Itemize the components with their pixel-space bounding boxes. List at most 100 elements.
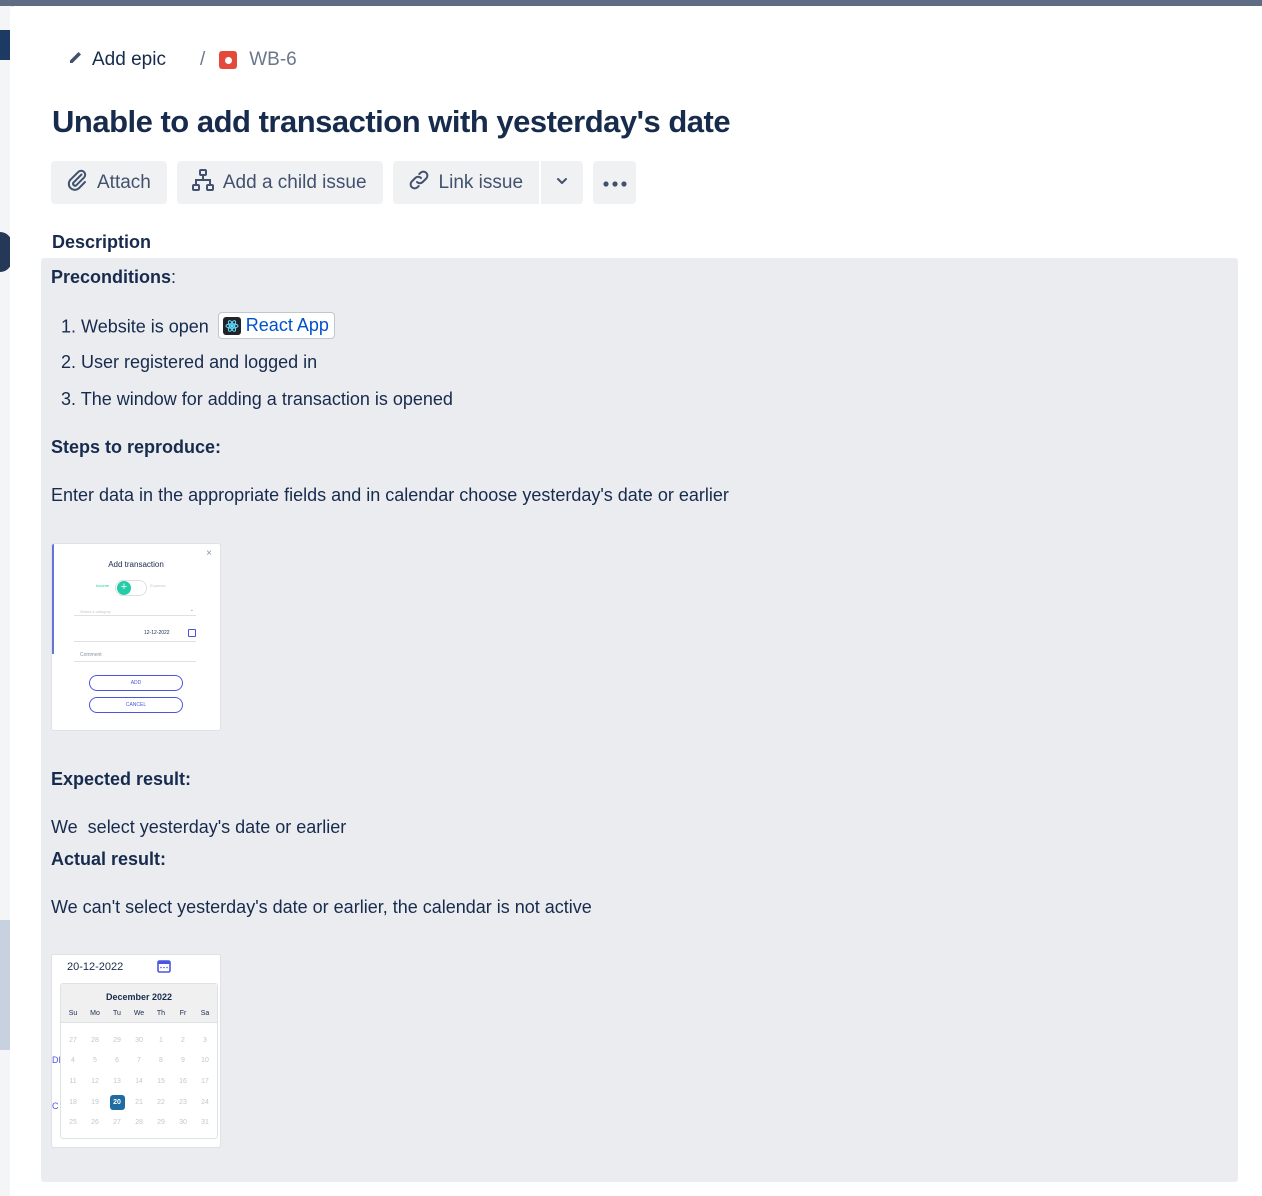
datepicker-day: 27 (113, 1119, 121, 1127)
weekday-label: Tu (113, 1010, 121, 1017)
datepicker-day: 30 (135, 1036, 143, 1044)
screenshot-dialog-title: Add transaction (108, 560, 164, 569)
datepicker-day: 26 (91, 1119, 99, 1127)
datepicker-day: 10 (201, 1057, 209, 1065)
link-issue-button[interactable]: Link issue (392, 161, 540, 204)
datepicker-day: 16 (179, 1077, 187, 1085)
add-transaction-screenshot[interactable]: × Add transaction Income + Expense Selec… (51, 543, 221, 731)
datepicker-day: 2 (181, 1036, 185, 1044)
datepicker-day: 11 (69, 1077, 77, 1085)
list-item: 3. The window for adding a transaction i… (61, 389, 453, 410)
smart-link-label: React App (245, 315, 329, 335)
list-item: 1. Website is open React App (61, 312, 335, 341)
datepicker-day: 28 (91, 1036, 99, 1044)
plus-icon: + (117, 581, 131, 595)
weekday-label: We (133, 1010, 145, 1017)
calendar-icon (188, 629, 196, 637)
add-epic-label: Add epic (92, 49, 166, 70)
datepicker-week-row: 25 26 27 28 29 30 31 (62, 1112, 216, 1133)
close-icon: × (206, 548, 212, 559)
calendar-icon (157, 959, 171, 978)
datepicker-weekdays: Su Mo Tu We Th Fr Sa (62, 1010, 216, 1017)
weekday-label: Sa (200, 1010, 210, 1017)
datepicker-day: 15 (157, 1077, 165, 1085)
datepicker-day: 21 (135, 1098, 143, 1106)
screenshot-cancel-button: CANCEL (89, 697, 183, 713)
description-label: Description (52, 232, 152, 252)
description-editor[interactable]: Preconditions: 1. Website is open React … (41, 258, 1238, 1182)
datepicker-day: 13 (113, 1077, 121, 1085)
expected-heading: Expected result: (51, 769, 192, 789)
list-item-text: User registered and logged in (81, 352, 318, 372)
datepicker-popup: December 2022 Su Mo Tu We Th Fr Sa 27 28 2… (60, 983, 218, 1139)
datepicker-month-label: December 2022 (105, 992, 173, 1002)
attach-button[interactable]: Attach (51, 161, 167, 204)
toggle-right-label: Expense (150, 583, 166, 588)
steps-heading: Steps to reproduce: (51, 437, 222, 457)
category-placeholder: Select a category (80, 609, 111, 614)
category-field: Select a category ⌄ (74, 607, 196, 616)
background-fragment-cancel: C (52, 1101, 59, 1111)
chevron-down-icon (555, 172, 569, 194)
datepicker-day: 5 (93, 1057, 97, 1065)
bug-icon (219, 51, 238, 69)
weekday-label: Mo (90, 1010, 100, 1017)
more-actions-button[interactable] (593, 161, 637, 204)
steps-text: Enter data in the appropriate fields and… (51, 485, 729, 505)
issue-key-link[interactable]: WB-6 (249, 49, 297, 71)
pencil-icon (68, 49, 84, 71)
list-item-number: 1. (61, 316, 77, 337)
issue-title[interactable]: Unable to add transaction with yesterday… (52, 104, 731, 140)
datepicker-day: 14 (135, 1077, 143, 1085)
datepicker-day: 7 (137, 1057, 141, 1065)
preconditions-heading-line: Preconditions: (51, 267, 176, 288)
expected-text: We select yesterday's date or earlier (51, 817, 347, 837)
actual-text: We can't select yesterday's date or earl… (51, 897, 592, 917)
list-item-text: The window for adding a transaction is o… (80, 389, 453, 409)
link-icon (407, 168, 431, 198)
datepicker-day: 19 (91, 1098, 99, 1106)
datepicker-day: 18 (69, 1098, 77, 1106)
datepicker-day: 4 (71, 1057, 75, 1065)
datepicker-day: 31 (201, 1119, 209, 1127)
screenshot-add-button: ADD (89, 675, 183, 691)
preconditions-heading: Preconditions (51, 267, 172, 287)
paperclip-icon (65, 168, 89, 198)
datepicker-day: 29 (113, 1036, 121, 1044)
react-app-smart-link[interactable]: React App (217, 312, 335, 339)
calendar-screenshot[interactable]: 20-12-2022 DD C December 2022 Su Mo Tu W… (51, 954, 221, 1148)
link-issue-dropdown-button[interactable] (541, 161, 584, 204)
datepicker-day: 29 (157, 1119, 165, 1127)
link-issue-label: Link issue (438, 171, 524, 193)
add-epic-button[interactable]: Add epic (68, 49, 166, 71)
breadcrumb: Add epic / WB-6 (68, 46, 297, 74)
list-item-number: 2. (61, 352, 77, 372)
datepicker-selected-day: 20 (109, 1094, 125, 1110)
datepicker-day: 3 (203, 1036, 207, 1044)
comment-divider (74, 661, 196, 662)
datepicker-day: 27 (69, 1036, 77, 1044)
weekday-label: Th (156, 1010, 166, 1017)
attach-label: Attach (97, 171, 151, 193)
datepicker-day: 22 (157, 1098, 165, 1106)
datepicker-header (61, 984, 217, 1023)
issue-toolbar: Attach Add a child issue Link issue (51, 161, 637, 204)
more-horizontal-icon (602, 172, 628, 194)
datepicker-day: 1 (159, 1036, 163, 1044)
datepicker-week-row: 27 28 29 30 1 2 3 (62, 1030, 216, 1051)
issue-modal: Add epic / WB-6 Unable to add transactio… (10, 6, 1262, 1196)
breadcrumb-separator: / (199, 49, 206, 70)
datepicker-day: 6 (115, 1057, 119, 1065)
list-item: 2. User registered and logged in (61, 352, 317, 373)
datepicker-day: 25 (69, 1119, 77, 1127)
toggle-left-label: Income (96, 583, 110, 588)
datepicker-day: 30 (179, 1119, 187, 1127)
datepicker-week-row: 18 19 20 21 22 23 24 (62, 1092, 216, 1113)
comment-placeholder: Comment (80, 652, 102, 658)
add-child-issue-button[interactable]: Add a child issue (176, 161, 383, 204)
list-item-text: Website is open (81, 316, 209, 337)
datepicker-day: 17 (201, 1077, 209, 1085)
actual-heading: Actual result: (51, 849, 167, 869)
datepicker-week-row: 11 12 13 14 15 16 17 (62, 1071, 216, 1092)
datepicker-day: 8 (159, 1057, 163, 1065)
